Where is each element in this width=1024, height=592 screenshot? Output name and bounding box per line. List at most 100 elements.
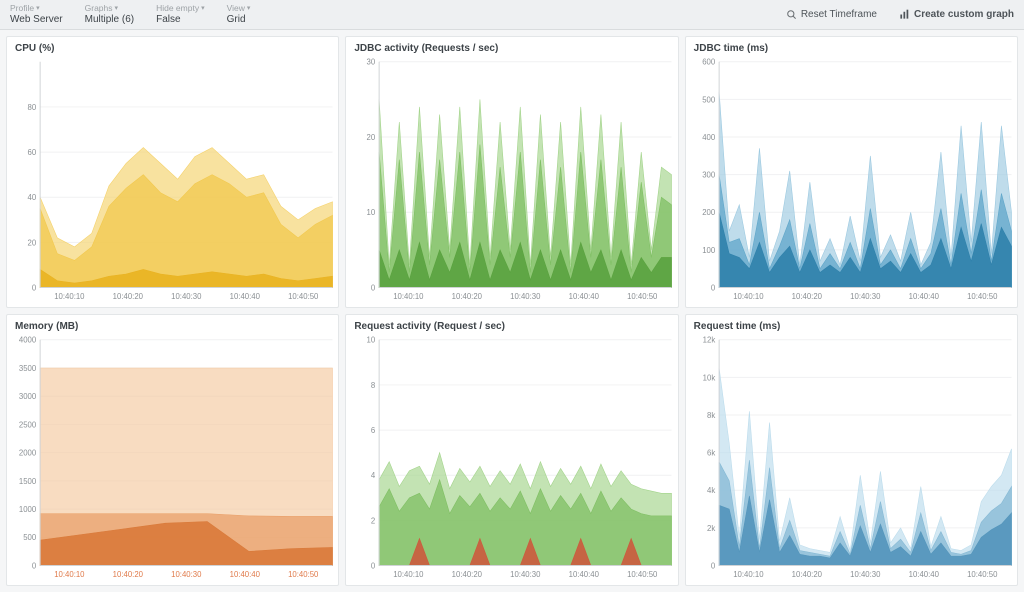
svg-text:200: 200 — [702, 208, 716, 217]
chart-card[interactable]: Request time (ms)02k4k6k8k10k12k10:40:10… — [685, 314, 1018, 586]
filter-view-value: Grid — [227, 14, 251, 25]
svg-text:0: 0 — [711, 283, 716, 292]
svg-text:10:40:20: 10:40:20 — [113, 292, 144, 301]
svg-text:10:40:50: 10:40:50 — [288, 292, 319, 301]
svg-text:10:40:10: 10:40:10 — [733, 292, 764, 301]
svg-text:10:40:50: 10:40:50 — [967, 292, 998, 301]
chart-plot-area[interactable]: 02k4k6k8k10k12k10:40:1010:40:2010:40:301… — [686, 332, 1017, 585]
svg-text:10: 10 — [367, 336, 376, 345]
svg-text:6k: 6k — [707, 449, 715, 458]
svg-text:8: 8 — [371, 381, 375, 390]
svg-text:6: 6 — [371, 426, 375, 435]
svg-text:4k: 4k — [707, 486, 715, 495]
svg-text:10:40:10: 10:40:10 — [54, 570, 85, 579]
svg-text:100: 100 — [702, 246, 716, 255]
chart-card[interactable]: JDBC time (ms) 0 100 200 300 400 500 600 10:40:1… — [685, 36, 1018, 308]
svg-text:0: 0 — [32, 283, 37, 292]
svg-text:1500: 1500 — [19, 477, 37, 486]
chart-plot-area[interactable]: 010203010:40:1010:40:2010:40:3010:40:401… — [346, 54, 677, 307]
chevron-down-icon: ▾ — [201, 5, 205, 13]
svg-text:3500: 3500 — [19, 364, 37, 373]
create-custom-graph-button[interactable]: Create custom graph — [899, 9, 1014, 20]
svg-text:10:40:40: 10:40:40 — [569, 570, 600, 579]
chart-plot-area[interactable]: 02040608010:40:1010:40:2010:40:3010:40:4… — [7, 54, 338, 307]
filter-profile[interactable]: Profile▾ Web Server — [10, 4, 63, 24]
create-custom-graph-label: Create custom graph — [914, 9, 1014, 20]
svg-text:20: 20 — [367, 133, 376, 142]
chart-card[interactable]: CPU (%)02040608010:40:1010:40:2010:40:30… — [6, 36, 339, 308]
chart-card[interactable]: JDBC activity (Requests / sec)010203010:… — [345, 36, 678, 308]
svg-text:2k: 2k — [707, 524, 715, 533]
svg-text:10:40:10: 10:40:10 — [394, 292, 425, 301]
svg-text:10:40:20: 10:40:20 — [452, 292, 483, 301]
filter-graphs-label: Graphs — [85, 4, 113, 13]
filter-hide-empty-value: False — [156, 14, 205, 25]
chart-title: JDBC time (ms) — [686, 37, 1017, 54]
top-filter-bar: Profile▾ Web Server Graphs▾ Multiple (6)… — [0, 0, 1024, 30]
chart-title: CPU (%) — [7, 37, 338, 54]
svg-text:10:40:30: 10:40:30 — [510, 570, 541, 579]
svg-text:2: 2 — [371, 516, 375, 525]
svg-text:10:40:30: 10:40:30 — [171, 292, 202, 301]
svg-text:10:40:40: 10:40:40 — [908, 292, 939, 301]
chart-card[interactable]: Request activity (Request / sec) 0 2 4 6 8 10 1… — [345, 314, 678, 586]
chart-title: JDBC activity (Requests / sec) — [346, 37, 677, 54]
svg-text:1000: 1000 — [19, 505, 37, 514]
svg-text:0: 0 — [32, 561, 37, 570]
svg-text:10:40:40: 10:40:40 — [230, 570, 261, 579]
svg-text:10:40:20: 10:40:20 — [791, 292, 822, 301]
svg-text:30: 30 — [367, 58, 376, 67]
reset-timeframe-button[interactable]: Reset Timeframe — [786, 9, 877, 20]
svg-text:10:40:10: 10:40:10 — [394, 570, 425, 579]
filter-view[interactable]: View▾ Grid — [227, 4, 251, 24]
svg-text:4: 4 — [371, 471, 376, 480]
svg-text:10:40:50: 10:40:50 — [288, 570, 319, 579]
svg-text:12k: 12k — [702, 336, 715, 345]
chevron-down-icon: ▾ — [115, 5, 119, 13]
svg-text:40: 40 — [28, 193, 37, 202]
filter-hide-empty-label: Hide empty — [156, 4, 199, 13]
filter-hide-empty[interactable]: Hide empty▾ False — [156, 4, 205, 24]
svg-text:10:40:20: 10:40:20 — [791, 570, 822, 579]
svg-text:0: 0 — [371, 561, 376, 570]
chart-grid: CPU (%)02040608010:40:1010:40:2010:40:30… — [0, 30, 1024, 592]
reset-timeframe-label: Reset Timeframe — [801, 9, 877, 20]
svg-text:500: 500 — [23, 533, 37, 542]
filter-profile-label: Profile — [10, 4, 34, 13]
svg-text:10k: 10k — [702, 373, 715, 382]
filter-view-label: View — [227, 4, 245, 13]
svg-text:10:40:50: 10:40:50 — [627, 292, 658, 301]
chevron-down-icon: ▾ — [247, 5, 251, 13]
svg-text:10:40:40: 10:40:40 — [908, 570, 939, 579]
filter-graphs-value: Multiple (6) — [85, 14, 134, 25]
svg-text:10:40:10: 10:40:10 — [733, 570, 764, 579]
search-icon — [786, 9, 797, 20]
svg-text:400: 400 — [702, 133, 716, 142]
svg-text:3000: 3000 — [19, 392, 37, 401]
chart-card[interactable]: Memory (MB)05001000150020002500300035004… — [6, 314, 339, 586]
svg-text:500: 500 — [702, 95, 716, 104]
bar-chart-icon — [899, 9, 910, 20]
chart-plot-area[interactable]: 0500100015002000250030003500400010:40:10… — [7, 332, 338, 585]
chart-title: Request time (ms) — [686, 315, 1017, 332]
svg-text:10:40:30: 10:40:30 — [171, 570, 202, 579]
filter-graphs[interactable]: Graphs▾ Multiple (6) — [85, 4, 134, 24]
chart-title: Request activity (Request / sec) — [346, 315, 677, 332]
svg-text:10:40:20: 10:40:20 — [452, 570, 483, 579]
svg-text:10:40:30: 10:40:30 — [510, 292, 541, 301]
svg-text:20: 20 — [28, 238, 37, 247]
chart-plot-area[interactable]: 0 100 200 300 400 500 600 10:40:10 10:40:20 10:40… — [686, 54, 1017, 307]
chart-title: Memory (MB) — [7, 315, 338, 332]
chart-plot-area[interactable]: 024681010:40:1010:40:2010:40:3010:40:401… — [346, 332, 677, 585]
svg-text:0: 0 — [711, 561, 716, 570]
svg-text:10:40:30: 10:40:30 — [850, 292, 881, 301]
svg-text:600: 600 — [702, 58, 716, 67]
svg-text:300: 300 — [702, 171, 716, 180]
svg-text:2000: 2000 — [19, 449, 37, 458]
svg-text:10: 10 — [367, 208, 376, 217]
svg-text:4000: 4000 — [19, 336, 37, 345]
svg-text:60: 60 — [28, 148, 37, 157]
svg-text:10:40:50: 10:40:50 — [967, 570, 998, 579]
svg-text:10:40:40: 10:40:40 — [230, 292, 261, 301]
chevron-down-icon: ▾ — [36, 5, 40, 13]
